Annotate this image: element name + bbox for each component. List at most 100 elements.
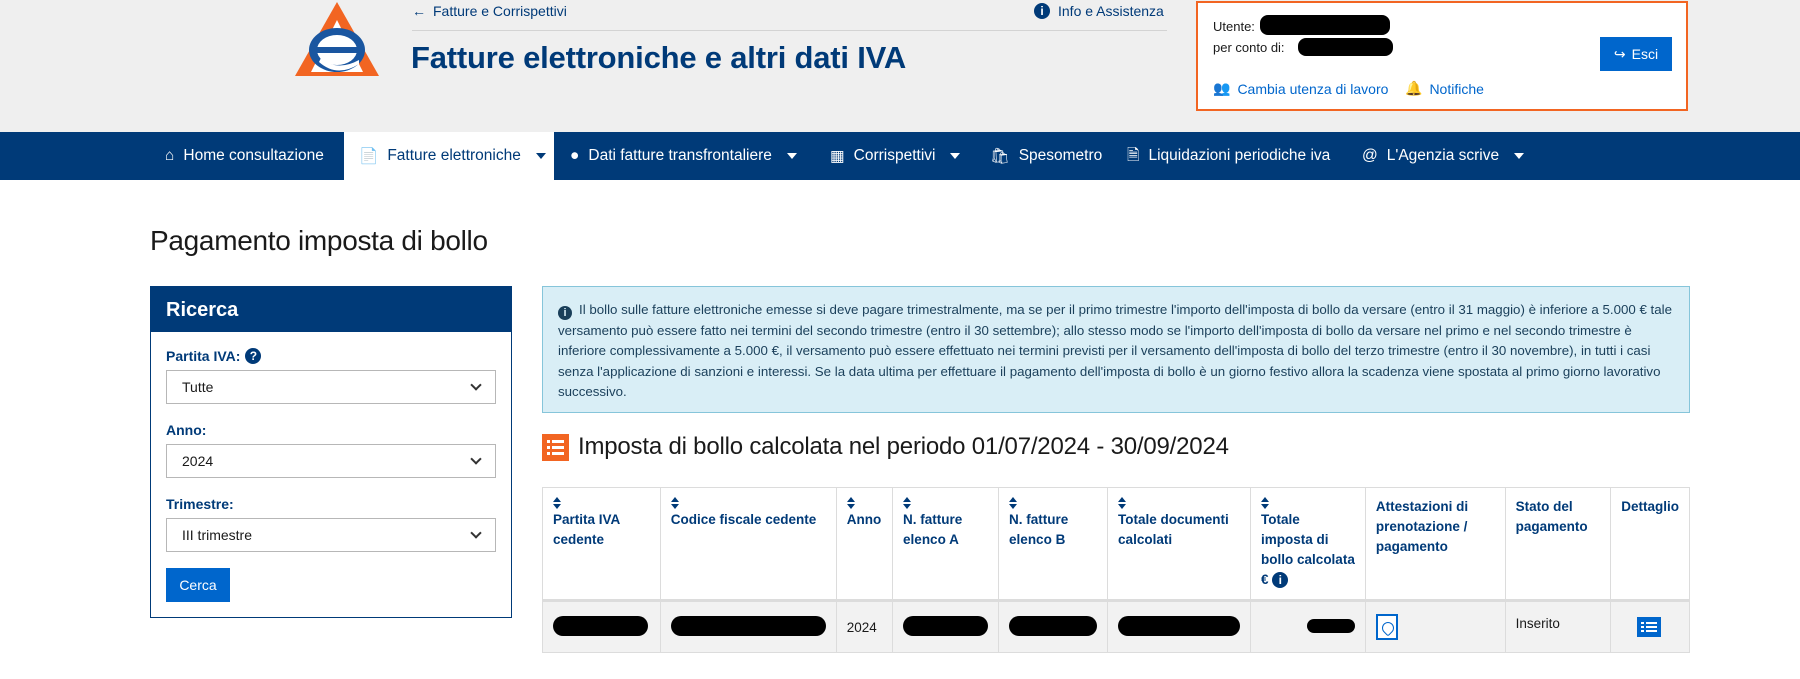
col-codice-fiscale[interactable]: Codice fiscale cedente <box>659 487 837 602</box>
partita-iva-value: Tutte <box>182 379 214 395</box>
site-header: ← Fatture e Corrispettivi i Info e Assis… <box>0 0 1800 132</box>
cell-dettaglio <box>1610 600 1690 653</box>
nav-fatture-elettroniche[interactable]: 📄 Fatture elettroniche <box>344 132 554 180</box>
arrow-left-icon: ← <box>412 3 426 19</box>
nav-item-label: L'Agenzia scrive <box>1386 147 1500 164</box>
cell-totale-documenti <box>1107 600 1252 653</box>
change-user-label: Cambia utenza di lavoro <box>1237 80 1389 97</box>
trimestre-select[interactable]: III trimestre <box>166 518 496 552</box>
sort-icon[interactable] <box>670 497 679 509</box>
chevron-down-icon <box>470 526 482 539</box>
nav-item-label: Spesometro <box>1018 147 1103 164</box>
cell-n-fatture-b <box>998 600 1109 653</box>
pdf-icon[interactable] <box>1375 614 1398 640</box>
partita-iva-select[interactable]: Tutte <box>166 370 496 404</box>
col-anno[interactable]: Anno <box>835 487 894 602</box>
column-label: Partita IVA cedente <box>553 512 620 547</box>
trimestre-value: III trimestre <box>182 527 253 543</box>
table-row: 2024 Inserito <box>542 600 1690 653</box>
redacted-value <box>1306 618 1355 633</box>
nav-item-label: Dati fatture transfrontaliere <box>588 147 772 164</box>
notifications-link[interactable]: 🔔 Notifiche <box>1405 80 1484 97</box>
info-text: Il bollo sulle fatture elettroniche emes… <box>558 302 1672 399</box>
calculator-icon: ▦ <box>830 147 845 165</box>
detail-list-icon[interactable] <box>1637 617 1661 637</box>
user-box: Utente: per conto di: ↪ Esci 👥 Cambia ut… <box>1196 1 1688 111</box>
shopping-bag-icon: 🛍 <box>990 147 1010 165</box>
info-icon[interactable]: i <box>1272 572 1289 588</box>
chevron-down-icon <box>1514 153 1525 159</box>
sort-icon[interactable] <box>1118 497 1127 509</box>
chevron-down-icon <box>950 153 961 159</box>
search-heading: Ricerca <box>151 287 511 332</box>
chevron-down-icon <box>535 153 546 159</box>
cell-partita-iva <box>542 600 661 653</box>
sort-icon[interactable] <box>1009 497 1018 509</box>
partita-iva-label: Partita IVA: <box>166 348 241 364</box>
cell-attestazioni <box>1364 600 1506 653</box>
search-button[interactable]: Cerca <box>166 568 230 602</box>
nav-agenzia-scrive[interactable]: @ L'Agenzia scrive <box>1362 132 1525 180</box>
cell-codice-fiscale <box>659 600 837 653</box>
column-label: N. fatture elenco B <box>1009 512 1069 547</box>
col-attestazioni: Attestazioni di prenotazione / pagamento <box>1364 487 1506 602</box>
back-link[interactable]: ← Fatture e Corrispettivi <box>412 3 567 19</box>
nav-spesometro[interactable]: 🛍 Spesometro <box>990 132 1102 180</box>
cell-totale-imposta <box>1250 600 1366 653</box>
sort-icon[interactable] <box>846 497 855 509</box>
trimestre-label: Trimestre: <box>166 496 234 512</box>
bell-icon: 🔔 <box>1405 80 1423 96</box>
document-icon: 📄 <box>359 147 379 165</box>
partita-iva-label-row: Partita IVA: ? <box>166 348 262 364</box>
nav-item-label: Fatture elettroniche <box>387 147 521 164</box>
col-n-fatture-a[interactable]: N. fatture elenco A <box>892 487 1000 602</box>
chevron-down-icon <box>470 378 482 391</box>
section-title: Imposta di bollo calcolata nel periodo 0… <box>578 433 1229 460</box>
col-partita-iva[interactable]: Partita IVA cedente <box>542 487 661 602</box>
page-title: Pagamento imposta di bollo <box>150 225 488 256</box>
column-label: Totale documenti calcolati <box>1118 512 1229 547</box>
info-link-label: Info e Assistenza <box>1058 3 1164 19</box>
col-stato: Stato del pagamento <box>1504 487 1612 602</box>
col-totale-imposta[interactable]: Totale imposta di bollo calcolata € i <box>1250 487 1366 602</box>
nav-dati-fatture-transfrontaliere[interactable]: ● Dati fatture transfrontaliere <box>570 132 797 180</box>
nav-liquidazioni-periodiche-iva[interactable]: 🗎 Liquidazioni periodiche iva <box>1127 132 1330 180</box>
sign-out-icon: ↪ <box>1613 45 1626 62</box>
exit-button-label: Esci <box>1631 46 1659 62</box>
agenzia-entrate-logo[interactable] <box>293 0 381 78</box>
redacted-value <box>903 615 989 636</box>
question-icon[interactable]: ? <box>245 348 262 364</box>
redacted-value <box>1009 615 1098 636</box>
column-label: Stato del pagamento <box>1515 499 1588 534</box>
chevron-down-icon <box>786 153 797 159</box>
column-label: Anno <box>846 512 882 527</box>
cell-anno: 2024 <box>835 600 894 653</box>
nav-item-label: Corrispettivi <box>853 147 936 164</box>
table-header-row: Partita IVA cedente Codice fiscale ceden… <box>542 487 1690 602</box>
sort-icon[interactable] <box>903 497 912 509</box>
column-label: Dettaglio <box>1621 499 1679 514</box>
back-link-label: Fatture e Corrispettivi <box>433 3 567 19</box>
col-n-fatture-b[interactable]: N. fatture elenco B <box>998 487 1109 602</box>
globe-icon: ● <box>570 147 580 164</box>
col-totale-documenti[interactable]: Totale documenti calcolati <box>1107 487 1252 602</box>
sort-icon[interactable] <box>553 497 561 509</box>
nav-item-label: Liquidazioni periodiche iva <box>1148 147 1331 164</box>
info-assistance-link[interactable]: i Info e Assistenza <box>1034 3 1164 19</box>
change-user-link[interactable]: 👥 Cambia utenza di lavoro <box>1213 80 1388 97</box>
exit-button[interactable]: ↪ Esci <box>1600 37 1672 71</box>
users-icon: 👥 <box>1213 80 1231 96</box>
cell-stato: Inserito <box>1504 600 1612 653</box>
info-icon: i <box>1034 3 1050 19</box>
anno-value: 2024 <box>182 453 214 469</box>
header-divider <box>412 30 1167 31</box>
file-icon: 🗎 <box>1127 146 1140 164</box>
info-alert: i Il bollo sulle fatture elettroniche eme… <box>542 286 1690 413</box>
nav-corrispettivi[interactable]: ▦ Corrispettivi <box>830 132 961 180</box>
section-header: Imposta di bollo calcolata nel periodo 0… <box>542 433 1229 461</box>
column-label: Codice fiscale cedente <box>670 512 817 527</box>
redacted-value <box>670 615 826 636</box>
nav-home-consultazione[interactable]: ⌂ Home consultazione <box>165 132 324 180</box>
anno-select[interactable]: 2024 <box>166 444 496 478</box>
sort-icon[interactable] <box>1261 497 1270 509</box>
